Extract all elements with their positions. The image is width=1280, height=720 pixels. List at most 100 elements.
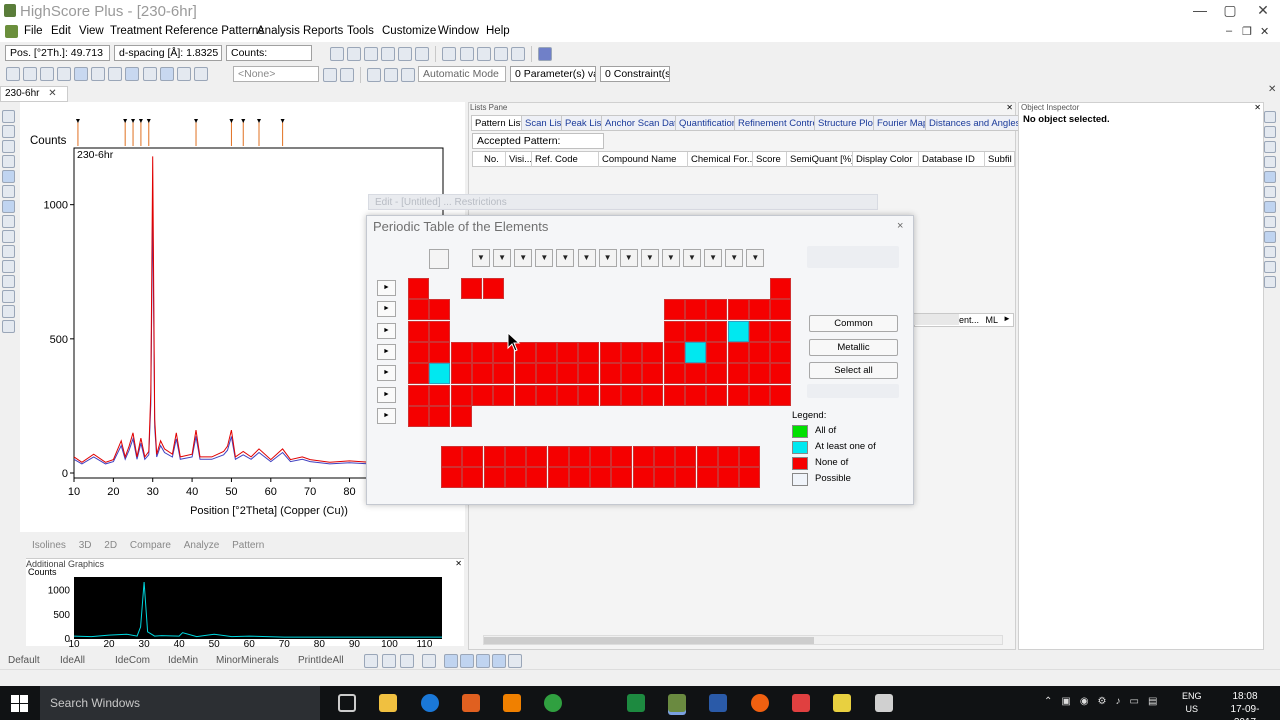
element-cell[interactable] (739, 467, 761, 489)
element-cell[interactable] (632, 446, 654, 467)
column-header[interactable]: Display Color (853, 152, 919, 167)
tab-2d[interactable]: 2D (104, 540, 117, 551)
element-cell[interactable] (770, 299, 792, 321)
brush-icon[interactable] (340, 68, 355, 82)
stop-icon[interactable] (401, 68, 416, 82)
refine-icon[interactable] (367, 68, 382, 82)
app-icon[interactable] (875, 694, 893, 712)
paste-icon[interactable] (347, 47, 362, 61)
common-button[interactable]: Common (809, 315, 898, 332)
tool-icon[interactable] (382, 654, 396, 668)
document-icon[interactable] (5, 25, 18, 38)
element-cell[interactable] (663, 299, 685, 321)
element-cell[interactable] (684, 299, 706, 321)
column-header[interactable]: No. (481, 152, 506, 167)
element-cell[interactable] (717, 446, 739, 467)
tool-icon[interactable] (400, 654, 414, 668)
element-cell[interactable] (408, 278, 429, 299)
tool-icon[interactable] (444, 654, 458, 668)
element-cell[interactable] (632, 467, 654, 489)
group-select-button[interactable]: ▼ (535, 249, 554, 267)
group-select-button[interactable]: ▼ (514, 249, 533, 267)
mode-combo[interactable]: Automatic Mode (418, 66, 506, 82)
group-select-button[interactable]: ▼ (704, 249, 723, 267)
excel-icon[interactable] (627, 694, 645, 712)
element-cell[interactable] (408, 341, 429, 363)
toolbar-item[interactable]: Default (8, 655, 40, 666)
element-cell[interactable] (621, 341, 642, 363)
background-icon[interactable] (2, 260, 15, 273)
element-cell[interactable] (642, 363, 664, 385)
menu-help[interactable]: Help (486, 25, 510, 37)
tab-3d[interactable]: 3D (79, 540, 92, 551)
element-cell[interactable] (599, 341, 621, 363)
element-cell[interactable] (599, 363, 621, 385)
column-header[interactable]: Visi... (506, 152, 532, 167)
scroll-thumb[interactable] (484, 637, 814, 644)
element-cell[interactable] (748, 363, 770, 385)
select-icon[interactable] (2, 170, 15, 183)
column-header[interactable]: Score (753, 152, 787, 167)
tool-icon[interactable] (1264, 231, 1276, 243)
element-cell[interactable] (482, 278, 504, 299)
element-cell[interactable] (535, 341, 557, 363)
group-select-button[interactable]: ▼ (661, 249, 680, 267)
period-select-button[interactable]: ► (377, 280, 396, 296)
element-cell[interactable] (727, 299, 749, 321)
fit-tool-icon[interactable] (74, 67, 89, 81)
element-cell[interactable] (727, 341, 749, 363)
column-header[interactable]: Subfil (985, 152, 1015, 167)
group-select-button[interactable]: ▼ (746, 249, 765, 267)
element-cell[interactable] (408, 299, 429, 321)
zoom-icon[interactable] (6, 67, 20, 81)
group-select-button[interactable]: ▼ (493, 249, 512, 267)
all-elements-toggle[interactable] (429, 249, 449, 269)
element-cell[interactable] (578, 384, 600, 406)
element-cell[interactable] (663, 341, 685, 363)
profile-icon[interactable] (125, 67, 140, 81)
tool-icon[interactable] (1264, 141, 1276, 153)
chart-icon[interactable] (159, 67, 174, 81)
element-cell[interactable] (675, 446, 697, 467)
element-cell[interactable] (663, 363, 685, 385)
element-cell[interactable] (450, 384, 472, 406)
element-cell[interactable] (504, 467, 526, 489)
period-select-button[interactable]: ► (377, 365, 396, 382)
element-cell[interactable] (770, 320, 792, 342)
element-cell[interactable] (590, 446, 612, 467)
group-select-button[interactable]: ▼ (619, 249, 638, 267)
element-cell[interactable] (621, 384, 642, 406)
peak-tool-icon[interactable] (57, 67, 72, 81)
highscore-taskbar-icon[interactable] (668, 694, 686, 712)
tool-icon[interactable] (476, 654, 490, 668)
column-header[interactable]: SemiQuant [%] (787, 152, 853, 167)
zoom-in-icon[interactable] (2, 200, 15, 213)
windows-start-icon[interactable] (11, 695, 28, 712)
tab-distances-and-angles[interactable]: Distances and Angles (925, 115, 1025, 131)
element-cell[interactable] (706, 320, 728, 342)
element-cell[interactable] (684, 341, 706, 363)
element-cell[interactable] (770, 278, 792, 299)
toolbar-item[interactable]: IdeAll (60, 655, 85, 666)
metallic-button[interactable]: Metallic (809, 339, 898, 356)
element-cell[interactable] (568, 446, 590, 467)
element-cell[interactable] (429, 405, 451, 427)
tool-icon[interactable] (1264, 276, 1276, 288)
element-cell[interactable] (462, 446, 484, 467)
element-cell[interactable] (748, 320, 770, 342)
element-cell[interactable] (504, 446, 526, 467)
redo-icon[interactable] (415, 47, 430, 61)
element-cell[interactable] (408, 405, 429, 427)
mdi-close-icon[interactable]: ✕ (1260, 25, 1269, 38)
database-icon[interactable] (537, 47, 552, 61)
element-cell[interactable] (663, 320, 685, 342)
document-tab[interactable]: 230-6hr ✕ (0, 86, 68, 102)
bar-tool-icon[interactable] (40, 67, 55, 81)
column-header[interactable]: Chemical For... (688, 152, 753, 167)
tab-quantification[interactable]: Quantification (675, 115, 742, 131)
chrome-icon[interactable] (544, 694, 562, 712)
menu-window[interactable]: Window (438, 25, 479, 37)
element-cell[interactable] (526, 467, 548, 489)
element-cell[interactable] (663, 384, 685, 406)
language-indicator[interactable]: ENG US (1182, 690, 1202, 716)
